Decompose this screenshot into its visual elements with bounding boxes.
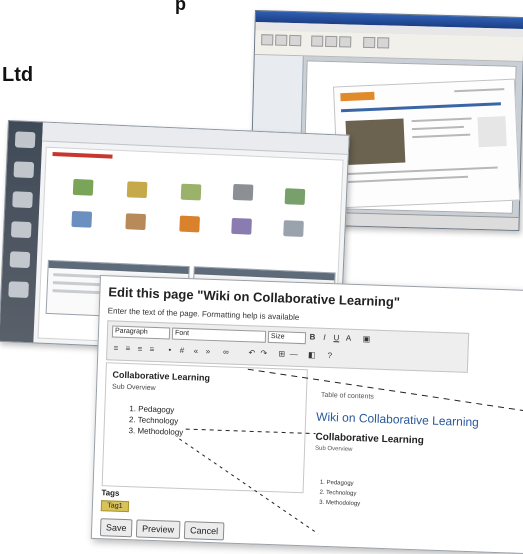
groups-icon bbox=[231, 217, 252, 235]
toolbar-icon bbox=[289, 34, 302, 47]
toolbar-icon bbox=[377, 37, 390, 49]
text-line bbox=[411, 117, 472, 123]
home-icon bbox=[14, 131, 36, 149]
heading-fragment-ltd: Ltd bbox=[2, 64, 34, 86]
toolbar-icon bbox=[363, 36, 376, 49]
sidebar-item bbox=[258, 61, 300, 62]
breadcrumb-bar bbox=[52, 151, 113, 159]
toolbar-icon bbox=[275, 34, 288, 46]
media-icon bbox=[126, 181, 148, 199]
settings-icon bbox=[9, 251, 31, 269]
connector-lines bbox=[179, 368, 523, 535]
toolbar-icon bbox=[325, 35, 338, 48]
toolbar-icon bbox=[261, 34, 274, 46]
reports-icon bbox=[283, 220, 304, 237]
toolbar-icon bbox=[311, 35, 324, 47]
blog-icon bbox=[180, 183, 202, 201]
sidebar-item bbox=[258, 61, 300, 62]
text-line bbox=[348, 175, 469, 183]
photo-image bbox=[345, 118, 406, 166]
text-line bbox=[412, 133, 471, 139]
users-icon bbox=[12, 191, 33, 209]
tools-icon bbox=[10, 221, 32, 239]
wiki-edit-window-screenshot: Edit this page "Wiki on Collaborative Le… bbox=[90, 275, 523, 554]
content-icon bbox=[13, 161, 35, 179]
help-icon bbox=[8, 281, 29, 299]
site-logo bbox=[340, 91, 375, 102]
sidebar-item bbox=[258, 61, 300, 62]
dashboard-icon-rail bbox=[0, 121, 43, 343]
toolbar-icon bbox=[339, 36, 352, 48]
gallery-icon bbox=[125, 213, 147, 231]
side-box bbox=[477, 116, 507, 148]
forum-icon bbox=[284, 188, 306, 206]
text-line bbox=[347, 166, 498, 175]
content-manager-icon bbox=[72, 178, 94, 196]
wiki-icon bbox=[179, 215, 200, 233]
heading-fragment-top: p bbox=[175, 0, 186, 14]
calendar-icon bbox=[232, 183, 254, 201]
nav-bar bbox=[340, 102, 501, 113]
text-line bbox=[454, 88, 505, 93]
text-line bbox=[411, 125, 464, 131]
web-page-thumbnail bbox=[332, 78, 521, 209]
pages-icon bbox=[71, 210, 93, 228]
